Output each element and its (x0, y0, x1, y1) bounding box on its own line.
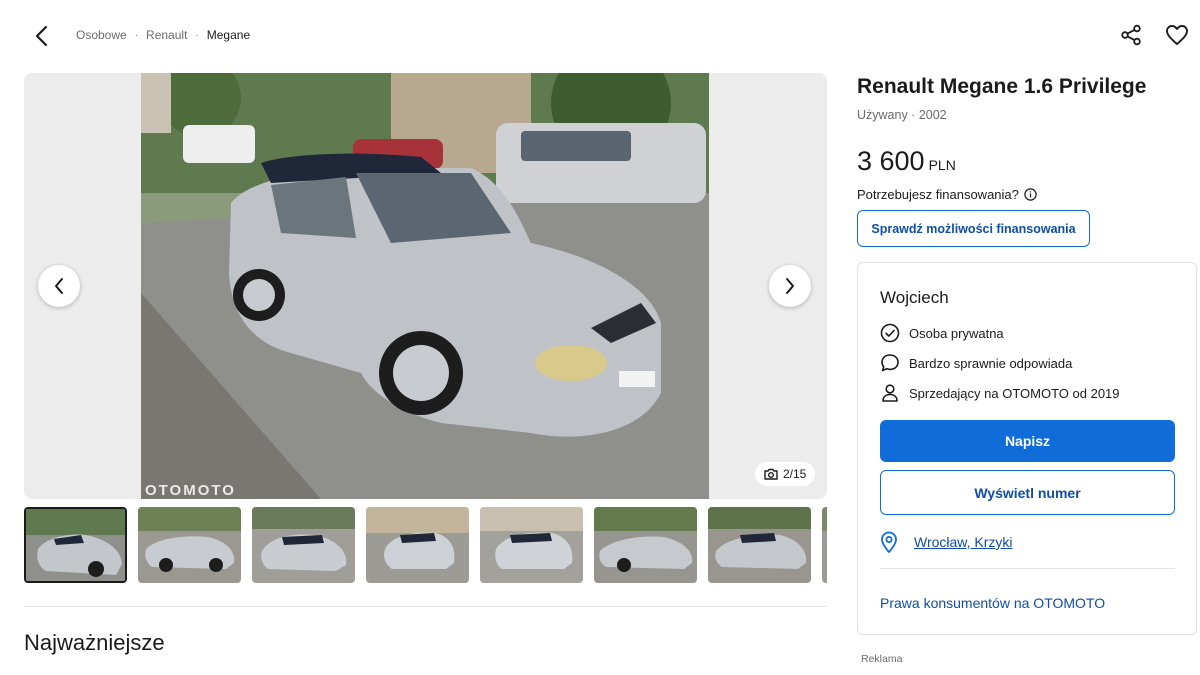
section-title-highlights: Najważniejsze (24, 630, 165, 655)
seller-feature-label: Sprzedający na OTOMOTO od 2019 (909, 385, 1120, 401)
listing-subtitle: Używany · 2002 (857, 108, 947, 122)
car-photo-image (141, 73, 709, 499)
map-pin-icon (881, 531, 897, 553)
location-link[interactable]: Wrocław, Krzyki (914, 534, 1013, 550)
camera-icon (764, 468, 778, 480)
photo-counter: 2/15 (755, 462, 816, 486)
thumbnail-image (26, 509, 125, 581)
next-photo-button[interactable] (769, 265, 811, 307)
top-actions (1118, 22, 1190, 48)
chevron-left-icon (55, 278, 63, 294)
breadcrumb-separator: · (195, 29, 199, 41)
check-circle-icon (880, 323, 900, 343)
check-financing-button[interactable]: Sprawdź możliwości finansowania (857, 210, 1090, 247)
thumbnail[interactable] (24, 507, 127, 583)
show-number-button[interactable]: Wyświetl numer (880, 470, 1175, 515)
thumbnail[interactable] (480, 507, 583, 583)
favorite-button[interactable] (1164, 22, 1190, 48)
chevron-left-icon (35, 25, 48, 47)
photo-gallery: OTOMOTO 2/15 (24, 73, 827, 499)
breadcrumb-item-osobowe[interactable]: Osobowe (76, 28, 127, 42)
thumbnail-image (366, 507, 469, 583)
thumbnail-image (480, 507, 583, 583)
section-divider (24, 606, 827, 607)
thumbnail-image (138, 507, 241, 583)
thumbnail-image (252, 507, 355, 583)
seller-feature-label: Osoba prywatna (909, 325, 1004, 341)
main-car-photo[interactable] (141, 73, 709, 499)
seller-feature-responsive: Bardzo sprawnie odpowiada (880, 353, 1072, 373)
breadcrumb-item-megane: Megane (206, 28, 251, 42)
finance-question-text: Potrzebujesz finansowania? (857, 187, 1019, 202)
thumbnail[interactable] (252, 507, 355, 583)
back-button[interactable] (28, 22, 56, 50)
price: 3 600 PLN (857, 146, 956, 177)
thumbnail-image (708, 507, 811, 583)
seller-name: Wojciech (880, 288, 949, 307)
seller-location: Wrocław, Krzyki (880, 531, 1013, 553)
thumbnail-strip (24, 507, 827, 583)
share-icon (1121, 24, 1141, 46)
card-divider (880, 568, 1175, 569)
thumbnail[interactable] (822, 507, 827, 583)
previous-photo-button[interactable] (38, 265, 80, 307)
write-message-button[interactable]: Napisz (880, 420, 1175, 462)
price-amount: 3 600 (857, 146, 925, 176)
thumbnail[interactable] (138, 507, 241, 583)
thumbnail-image (822, 507, 827, 583)
heart-icon (1166, 25, 1188, 45)
seller-feature-private: Osoba prywatna (880, 323, 1004, 343)
listing-title: Renault Megane 1.6 Privilege (857, 75, 1147, 98)
seller-feature-label: Bardzo sprawnie odpowiada (909, 355, 1073, 371)
finance-question: Potrzebujesz finansowania? (857, 187, 1037, 202)
photo-counter-text: 2/15 (783, 467, 807, 481)
price-currency: PLN (928, 157, 956, 173)
consumer-rights-link[interactable]: Prawa konsumentów na OTOMOTO (880, 595, 1105, 611)
thumbnail-image (594, 507, 697, 583)
thumbnail[interactable] (366, 507, 469, 583)
breadcrumb-item-renault[interactable]: Renault (146, 28, 187, 42)
seller-feature-member-since: Sprzedający na OTOMOTO od 2019 (880, 383, 1120, 403)
otomoto-watermark: OTOMOTO (145, 482, 236, 499)
chat-bubble-icon (881, 354, 899, 372)
share-button[interactable] (1118, 22, 1144, 48)
thumbnail[interactable] (708, 507, 811, 583)
breadcrumb-separator: · (134, 29, 139, 41)
seller-card: Wojciech Osoba prywatna Bardzo sprawnie … (857, 262, 1197, 635)
ad-label: Reklama (861, 653, 903, 665)
info-icon[interactable] (1024, 188, 1037, 201)
person-icon (882, 384, 898, 402)
thumbnail[interactable] (594, 507, 697, 583)
breadcrumb: Osobowe · Renault · Megane (76, 28, 250, 42)
chevron-right-icon (786, 278, 794, 294)
